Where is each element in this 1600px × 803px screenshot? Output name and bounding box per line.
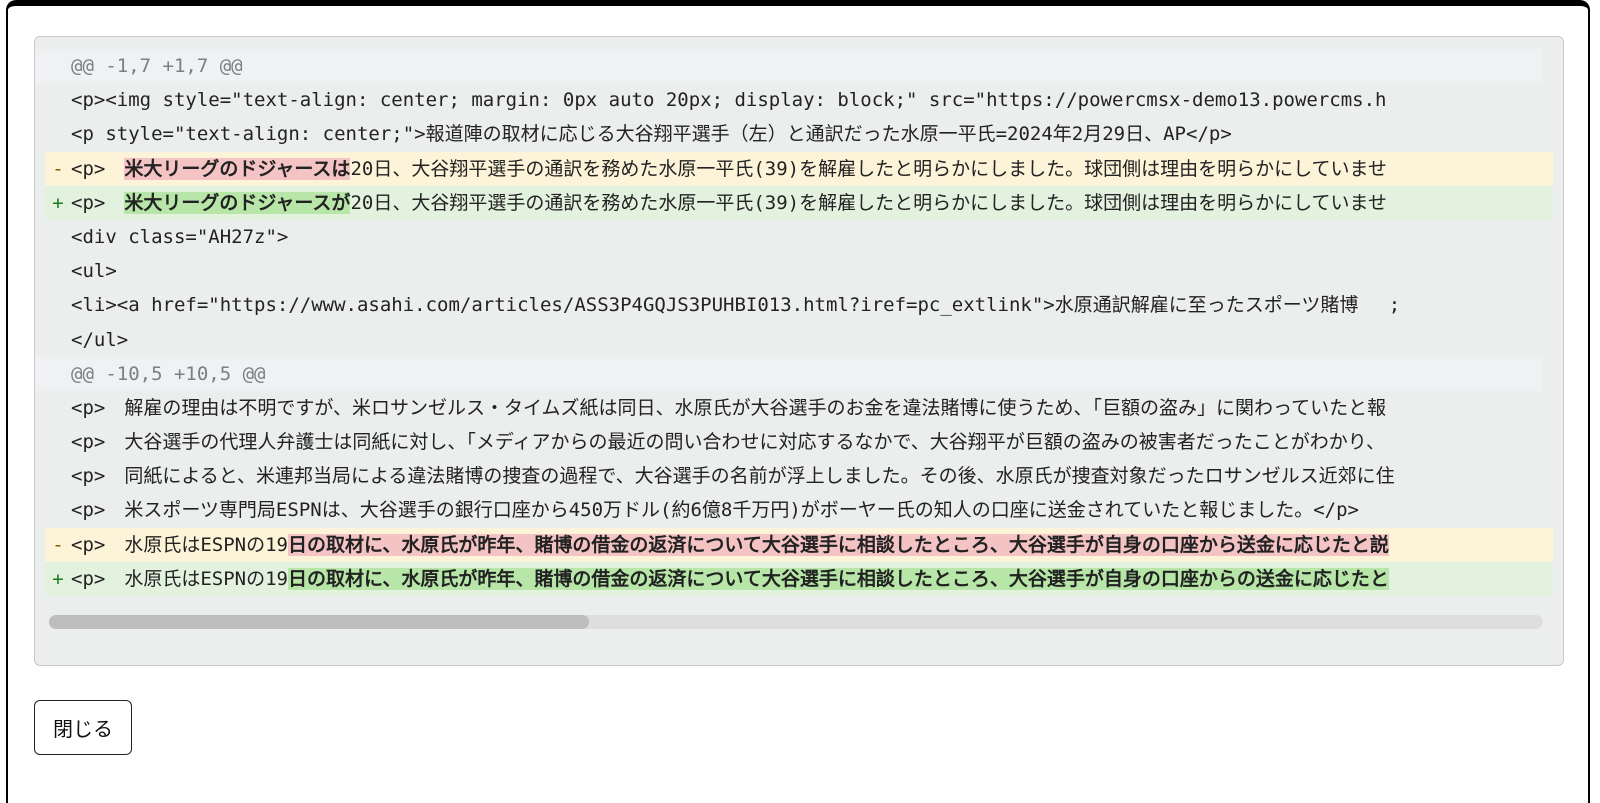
diff-sign — [45, 49, 71, 83]
diff-sign-plus: + — [45, 186, 71, 220]
diff-sign — [45, 425, 71, 459]
diff-text: <p> 解雇の理由は不明ですが、米ロサンゼルス・タイムズ紙は同日、水原氏が大谷選… — [71, 391, 1553, 425]
diff-panel: @@ -1,7 +1,7 @@ <p><img style="text-alig… — [34, 36, 1564, 666]
diff-sign — [45, 254, 71, 288]
diff-addition-line: + <p> 米大リーグのドジャースが20日、大谷翔平選手の通訳を務めた水原一平氏… — [45, 186, 1553, 220]
diff-context-line: <p> 大谷選手の代理人弁護士は同紙に対し、「メディアからの最近の問い合わせに対… — [45, 425, 1553, 459]
diff-context-line: <ul> — [45, 254, 1553, 288]
diff-text: <p> 水原氏はESPNの19日の取材に、水原氏が昨年、賭博の借金の返済について… — [71, 562, 1553, 596]
diff-text-highlight-del: 米大リーグのドジャースは — [124, 158, 350, 180]
close-button[interactable]: 閉じる — [34, 700, 132, 755]
diff-text-post: 20日、大谷翔平選手の通訳を務めた水原一平氏(39)を解雇したと明らかにしました… — [350, 158, 1387, 180]
horizontal-scrollbar[interactable] — [49, 615, 1543, 629]
diff-text: <p><img style="text-align: center; margi… — [71, 83, 1553, 117]
diff-deletion-line: - <p> 水原氏はESPNの19日の取材に、水原氏が昨年、賭博の借金の返済につ… — [45, 528, 1553, 562]
diff-hunk-text: @@ -1,7 +1,7 @@ — [71, 49, 1543, 83]
modal-window: @@ -1,7 +1,7 @@ <p><img style="text-alig… — [6, 0, 1590, 803]
diff-sign — [45, 459, 71, 493]
diff-context-line: <p> 解雇の理由は不明ですが、米ロサンゼルス・タイムズ紙は同日、水原氏が大谷選… — [45, 391, 1553, 425]
diff-text-highlight-del: 日の取材に、水原氏が昨年、賭博の借金の返済について大谷選手に相談したところ、大谷… — [288, 534, 1389, 556]
diff-text: </ul> — [71, 323, 1553, 357]
diff-context-line: <p><img style="text-align: center; margi… — [45, 83, 1553, 117]
diff-text-pre: <p> — [71, 192, 124, 214]
diff-sign — [45, 117, 71, 151]
diff-text: <p> 米スポーツ専門局ESPNは、大谷選手の銀行口座から450万ドル(約6億8… — [71, 493, 1553, 527]
diff-text-highlight-add: 米大リーグのドジャースが — [124, 192, 350, 214]
diff-text: <ul> — [71, 254, 1553, 288]
diff-hunk-header: @@ -1,7 +1,7 @@ — [35, 49, 1543, 83]
diff-text: <p> 水原氏はESPNの19日の取材に、水原氏が昨年、賭博の借金の返済について… — [71, 528, 1553, 562]
diff-context-line: <li><a href="https://www.asahi.com/artic… — [45, 288, 1553, 322]
diff-text-pre: <p> — [71, 158, 124, 180]
scrollbar-thumb[interactable] — [49, 615, 589, 629]
diff-context-line: </ul> — [45, 323, 1553, 357]
diff-sign-minus: - — [45, 528, 71, 562]
diff-text-post: 20日、大谷翔平選手の通訳を務めた水原一平氏(39)を解雇したと明らかにしました… — [350, 192, 1387, 214]
diff-text: <li><a href="https://www.asahi.com/artic… — [71, 288, 1553, 322]
diff-body: @@ -1,7 +1,7 @@ <p><img style="text-alig… — [35, 49, 1553, 609]
diff-hunk-header: @@ -10,5 +10,5 @@ — [35, 357, 1543, 391]
diff-sign-plus: + — [45, 562, 71, 596]
diff-text: <p> 大谷選手の代理人弁護士は同紙に対し、「メディアからの最近の問い合わせに対… — [71, 425, 1553, 459]
diff-context-line: <p> 同紙によると、米連邦当局による違法賭博の捜査の過程で、大谷選手の名前が浮… — [45, 459, 1553, 493]
diff-text: <p> 米大リーグのドジャースは20日、大谷翔平選手の通訳を務めた水原一平氏(3… — [71, 152, 1553, 186]
diff-sign — [45, 220, 71, 254]
diff-sign — [45, 83, 71, 117]
diff-hunk-text: @@ -10,5 +10,5 @@ — [71, 357, 1543, 391]
diff-text-pre: <p> 水原氏はESPNの19 — [71, 568, 288, 590]
diff-text-highlight-add: 日の取材に、水原氏が昨年、賭博の借金の返済について大谷選手に相談したところ、大谷… — [288, 568, 1389, 590]
diff-sign — [45, 391, 71, 425]
diff-text: <p style="text-align: center;">報道陣の取材に応じ… — [71, 117, 1553, 151]
diff-sign-minus: - — [45, 152, 71, 186]
diff-context-line: <div class="AH27z"> — [45, 220, 1553, 254]
diff-text: <p> 米大リーグのドジャースが20日、大谷翔平選手の通訳を務めた水原一平氏(3… — [71, 186, 1553, 220]
diff-text: <div class="AH27z"> — [71, 220, 1553, 254]
diff-sign — [45, 357, 71, 391]
diff-text: <p> 同紙によると、米連邦当局による違法賭博の捜査の過程で、大谷選手の名前が浮… — [71, 459, 1553, 493]
diff-text-pre: <p> 水原氏はESPNの19 — [71, 534, 288, 556]
diff-deletion-line: - <p> 米大リーグのドジャースは20日、大谷翔平選手の通訳を務めた水原一平氏… — [45, 152, 1553, 186]
diff-context-line: <p style="text-align: center;">報道陣の取材に応じ… — [45, 117, 1553, 151]
diff-context-line: <p> 米スポーツ専門局ESPNは、大谷選手の銀行口座から450万ドル(約6億8… — [45, 493, 1553, 527]
diff-sign — [45, 323, 71, 357]
diff-sign — [45, 288, 71, 322]
diff-addition-line: + <p> 水原氏はESPNの19日の取材に、水原氏が昨年、賭博の借金の返済につ… — [45, 562, 1553, 596]
diff-sign — [45, 493, 71, 527]
